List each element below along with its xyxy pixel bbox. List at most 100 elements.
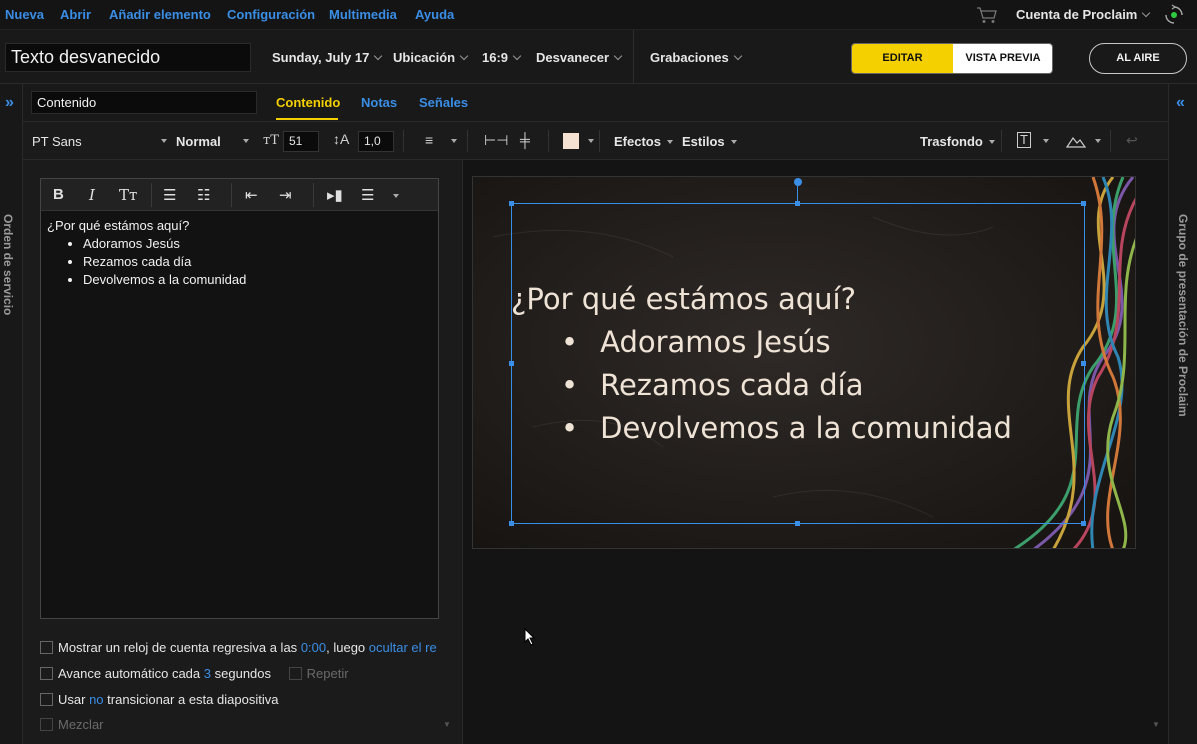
dropdown-arrow-icon [451, 139, 457, 143]
chevron-down-icon [459, 51, 469, 61]
undo-icon[interactable]: ↩ [1126, 132, 1138, 149]
editor-bullet-list: Adoramos Jesús Rezamos cada día Devolvem… [83, 235, 246, 289]
dropdown-arrow-icon [588, 139, 594, 143]
resize-handle[interactable] [1081, 361, 1086, 366]
font-weight-dropdown[interactable]: Normal [176, 134, 221, 149]
line-height-input[interactable]: 1,0 [358, 131, 394, 152]
rotate-handle[interactable] [794, 178, 802, 186]
mode-switch: EDITAR VISTA PREVIA [851, 43, 1053, 74]
bold-icon[interactable]: B [53, 186, 64, 203]
menu-anadir-elemento[interactable]: Añadir elemento [109, 7, 211, 22]
countdown-checkbox[interactable] [40, 641, 53, 655]
numbered-list-icon[interactable]: ☷ [197, 186, 210, 204]
line-height-icon: ↕A [333, 131, 350, 147]
resize-handle[interactable] [795, 201, 800, 206]
outdent-icon[interactable]: ⇤ [245, 186, 258, 204]
format-toolbar: PT Sans Normal тT 51 ↕A 1,0 ≡ ⊢⊣ ╪ Efect… [23, 122, 1168, 160]
auto-advance-checkbox[interactable] [40, 667, 53, 681]
spacing-icon[interactable]: ☰ [361, 186, 374, 204]
service-order-label: Orden de servicio [1, 214, 15, 316]
font-size-input[interactable]: 51 [283, 131, 319, 152]
aspect-label: 16:9 [482, 50, 509, 65]
dropdown-arrow-icon [1043, 139, 1049, 143]
vertical-align-icon[interactable]: ╪ [520, 132, 530, 148]
mix-option: Mezclar [40, 717, 104, 732]
resize-handle[interactable] [509, 201, 514, 206]
list-item: Adoramos Jesús [83, 235, 246, 253]
tab-notas[interactable]: Notas [361, 95, 397, 110]
account-menu[interactable]: Cuenta de Proclaim [1016, 7, 1151, 22]
resize-handle[interactable] [1081, 201, 1086, 206]
selection-box[interactable] [511, 203, 1085, 524]
slide-name-input[interactable]: Contenido [31, 91, 257, 114]
text-color-swatch[interactable] [563, 133, 579, 149]
editor-pane: B I Tт ☰ ☷ ⇤ ⇥ ▸▮ ☰ ¿Por qué estámos aqu… [23, 160, 463, 744]
text-box-icon[interactable]: T [1017, 132, 1031, 148]
advance-seconds-link[interactable]: 3 [204, 666, 211, 681]
scroll-down-icon[interactable]: ▼ [1152, 720, 1160, 729]
effects-dropdown[interactable]: Efectos [614, 134, 673, 149]
resize-handle[interactable] [509, 521, 514, 526]
edit-button[interactable]: EDITAR [852, 44, 953, 73]
countdown-action-link[interactable]: ocultar el re [369, 640, 437, 655]
scroll-down-icon[interactable]: ▼ [443, 720, 451, 729]
menu-nueva[interactable]: Nueva [5, 7, 44, 22]
editor-toolbar: B I Tт ☰ ☷ ⇤ ⇥ ▸▮ ☰ [41, 179, 438, 211]
background-label: Trasfondo [920, 134, 983, 149]
menu-ayuda[interactable]: Ayuda [415, 7, 454, 22]
countdown-time-link[interactable]: 0:00 [301, 640, 326, 655]
dropdown-arrow-icon [393, 194, 399, 198]
item-title-input[interactable]: Texto desvanecido [5, 43, 251, 72]
editor-content[interactable]: ¿Por qué estámos aquí? Adoramos Jesús Re… [47, 217, 246, 289]
sync-icon[interactable] [1163, 4, 1185, 26]
aspect-dropdown[interactable]: 16:9 [482, 50, 522, 65]
presentation-group-rail[interactable]: « Grupo de presentación de Proclaim [1168, 84, 1197, 744]
expand-right-icon[interactable]: « [1176, 94, 1185, 112]
italic-icon[interactable]: I [89, 186, 95, 204]
distribute-horizontal-icon[interactable]: ⊢⊣ [484, 132, 508, 149]
date-dropdown[interactable]: Sunday, July 17 [272, 50, 383, 65]
indent-icon[interactable]: ⇥ [279, 186, 292, 204]
slide-canvas[interactable]: ¿Por qué estámos aquí? Adoramos Jesús Re… [472, 176, 1136, 549]
expand-left-icon[interactable]: » [5, 94, 14, 112]
menu-configuracion[interactable]: Configuración [227, 7, 315, 22]
on-air-button[interactable]: AL AIRE [1089, 43, 1187, 74]
transition-checkbox[interactable] [40, 693, 53, 707]
advance-seconds-text: segundos [214, 666, 272, 681]
image-icon[interactable] [1066, 134, 1086, 148]
repeat-checkbox[interactable] [288, 667, 302, 681]
insert-block-icon[interactable]: ▸▮ [327, 186, 343, 204]
transition-no-link[interactable]: no [89, 692, 103, 707]
resize-handle[interactable] [1081, 521, 1086, 526]
presentation-group-label: Grupo de presentación de Proclaim [1176, 214, 1190, 417]
font-size-icon: тT [263, 133, 279, 148]
preview-button[interactable]: VISTA PREVIA [953, 44, 1052, 73]
menu-abrir[interactable]: Abrir [60, 7, 91, 22]
tab-contenido[interactable]: Contenido [276, 95, 340, 110]
location-dropdown[interactable]: Ubicación [393, 50, 469, 65]
chevron-down-icon [512, 51, 522, 61]
align-icon[interactable]: ≡ [425, 132, 433, 148]
service-order-rail[interactable]: » Orden de servicio [0, 84, 23, 744]
tab-senales[interactable]: Señales [419, 95, 468, 110]
font-family-dropdown[interactable]: PT Sans [32, 134, 82, 149]
divider [599, 130, 600, 152]
header-toolbar: Texto desvanecido Sunday, July 17 Ubicac… [0, 30, 1197, 84]
recordings-dropdown[interactable]: Grabaciones [650, 50, 743, 65]
cart-icon[interactable] [976, 5, 998, 25]
chevron-down-icon [733, 51, 743, 61]
resize-handle[interactable] [509, 361, 514, 366]
font-family-label: PT Sans [32, 134, 82, 149]
menu-multimedia[interactable]: Multimedia [329, 7, 397, 22]
styles-dropdown[interactable]: Estilos [682, 134, 737, 149]
font-weight-label: Normal [176, 134, 221, 149]
list-item: Rezamos cada día [83, 253, 246, 271]
resize-handle[interactable] [795, 521, 800, 526]
transition-dropdown[interactable]: Desvanecer [536, 50, 623, 65]
bullet-list-icon[interactable]: ☰ [163, 186, 176, 204]
mix-checkbox[interactable] [40, 718, 53, 732]
text-case-icon[interactable]: Tт [119, 186, 137, 204]
background-dropdown[interactable]: Trasfondo [920, 134, 995, 149]
rich-text-editor[interactable]: B I Tт ☰ ☷ ⇤ ⇥ ▸▮ ☰ ¿Por qué estámos aqu… [40, 178, 439, 619]
dropdown-arrow-icon [988, 140, 995, 144]
